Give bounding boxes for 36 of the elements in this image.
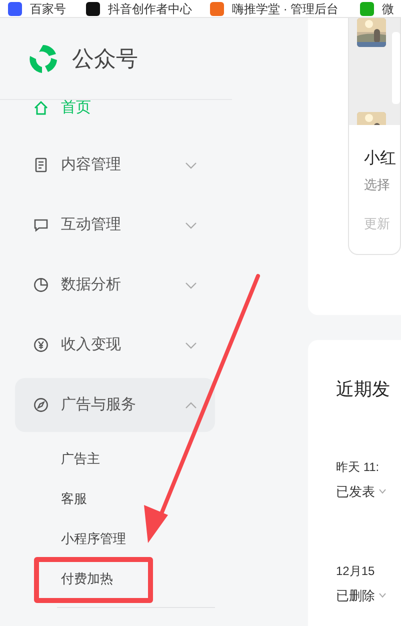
bookmark-link[interactable]: 嗨推学堂 · 管理后台 <box>210 2 339 16</box>
post-status: 已删除 <box>336 588 375 603</box>
card-title: 小红 <box>364 150 397 168</box>
chevron-down-icon <box>185 342 197 348</box>
bookmark-link[interactable]: 微 <box>360 2 394 16</box>
nav-item[interactable]: 收入变现 <box>15 318 215 372</box>
post-time: 12月15 <box>336 564 376 578</box>
compass-icon <box>33 397 49 413</box>
chevron-up-icon <box>185 402 197 408</box>
pie-chart-icon <box>33 277 49 293</box>
document-icon <box>33 157 49 173</box>
brand-title: 公众号 <box>72 45 138 73</box>
chevron-down-icon <box>185 222 197 228</box>
bookmark-link[interactable]: 抖音创作者中心 <box>86 2 192 16</box>
post-time: 昨天 11: <box>336 460 380 474</box>
message-bubble <box>392 32 400 104</box>
nav-item[interactable]: 广告与服务 <box>15 378 215 432</box>
chevron-down-icon[interactable] <box>379 489 386 494</box>
submenu-item[interactable]: 付费加热 <box>61 570 113 586</box>
chevron-down-icon <box>185 162 197 168</box>
post-status: 已发表 <box>336 484 375 499</box>
nav-item[interactable]: 内容管理 <box>15 138 215 192</box>
chevron-down-icon[interactable] <box>379 593 386 598</box>
bookmark-link[interactable]: 百家号 <box>8 2 66 16</box>
nav-item[interactable]: 数据分析 <box>15 258 215 312</box>
chevron-down-icon <box>185 282 197 288</box>
home-icon <box>33 100 49 116</box>
submenu-item[interactable]: 广告主 <box>61 450 100 466</box>
chat-bubble-icon <box>33 217 49 233</box>
submenu-item[interactable]: 客服 <box>61 490 87 506</box>
section-title: 近期发 <box>336 378 391 400</box>
nav-item[interactable]: 互动管理 <box>15 198 215 252</box>
card-description: 选择 <box>364 177 391 192</box>
yen-icon <box>33 337 49 353</box>
submenu-item[interactable]: 小程序管理 <box>61 530 126 546</box>
updated-text: 更新 <box>364 216 391 231</box>
